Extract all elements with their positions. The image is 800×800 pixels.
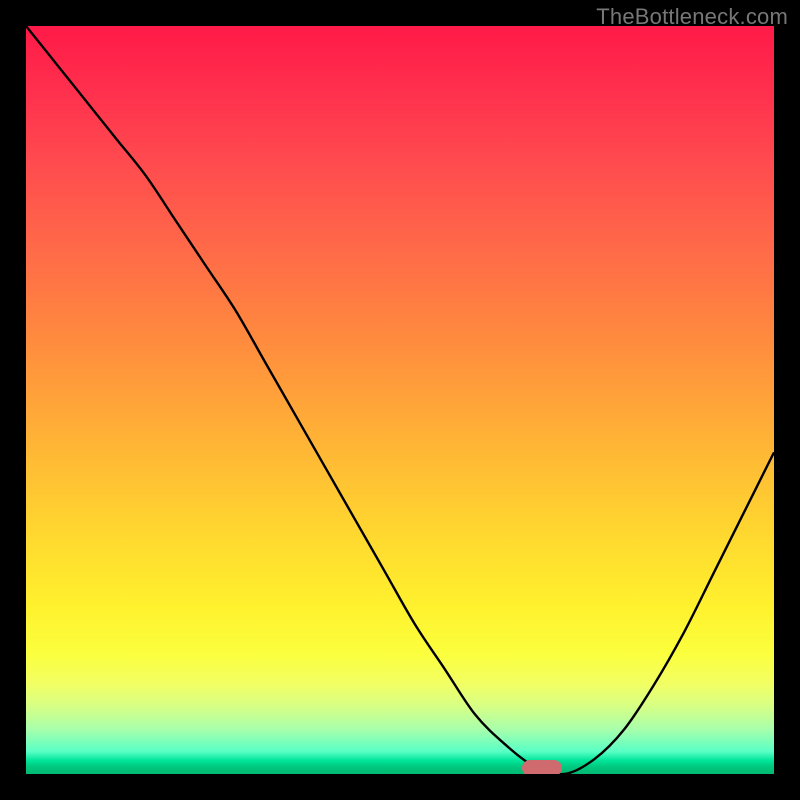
chart-stage: TheBottleneck.com bbox=[0, 0, 800, 800]
plot-area bbox=[26, 26, 774, 774]
optimal-point-marker bbox=[522, 760, 562, 774]
bottleneck-curve bbox=[26, 26, 774, 774]
curve-path bbox=[26, 26, 774, 774]
